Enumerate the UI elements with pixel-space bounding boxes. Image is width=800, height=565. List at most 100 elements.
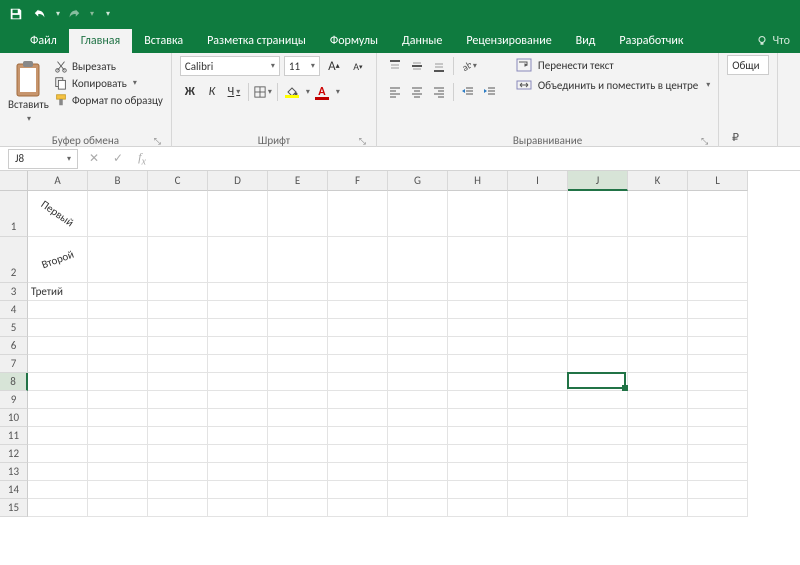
cell-I10[interactable] [508,409,568,427]
cell-B11[interactable] [88,427,148,445]
cell-C14[interactable] [148,481,208,499]
cell-K5[interactable] [628,319,688,337]
row-header-15[interactable]: 15 [0,499,28,517]
cell-F14[interactable] [328,481,388,499]
cell-K13[interactable] [628,463,688,481]
cell-G15[interactable] [388,499,448,517]
font-color-menu[interactable]: ▾ [336,87,340,97]
cell-F7[interactable] [328,355,388,373]
cell-J8[interactable] [568,373,628,391]
row-header-14[interactable]: 14 [0,481,28,499]
cell-H13[interactable] [448,463,508,481]
cell-J5[interactable] [568,319,628,337]
tab-pagelayout[interactable]: Разметка страницы [195,29,318,53]
cell-A15[interactable] [28,499,88,517]
cell-G7[interactable] [388,355,448,373]
cell-B7[interactable] [88,355,148,373]
cell-G4[interactable] [388,301,448,319]
cell-L12[interactable] [688,445,748,463]
cell-D10[interactable] [208,409,268,427]
row-header-4[interactable]: 4 [0,301,28,319]
cell-H8[interactable] [448,373,508,391]
tab-home[interactable]: Главная [69,29,132,53]
cell-B2[interactable] [88,237,148,283]
row-header-7[interactable]: 7 [0,355,28,373]
align-bottom-button[interactable] [429,56,449,76]
tell-me-search[interactable]: Что [746,29,800,53]
column-header-D[interactable]: D [208,171,268,191]
cell-J6[interactable] [568,337,628,355]
cell-E9[interactable] [268,391,328,409]
cell-E3[interactable] [268,283,328,301]
cell-B8[interactable] [88,373,148,391]
underline-button[interactable]: Ч▾ [224,82,244,102]
cell-G5[interactable] [388,319,448,337]
decrease-font-button[interactable]: A▾ [348,56,368,76]
cell-J1[interactable] [568,191,628,237]
cell-C2[interactable] [148,237,208,283]
cell-C3[interactable] [148,283,208,301]
column-header-G[interactable]: G [388,171,448,191]
cell-E2[interactable] [268,237,328,283]
cell-E1[interactable] [268,191,328,237]
cell-A12[interactable] [28,445,88,463]
tab-data[interactable]: Данные [390,29,454,53]
cell-A3[interactable]: Третий [28,283,88,301]
cell-K15[interactable] [628,499,688,517]
cell-B13[interactable] [88,463,148,481]
cell-F15[interactable] [328,499,388,517]
merge-center-button[interactable]: Объединить и поместить в центре▾ [516,78,710,92]
cell-A9[interactable] [28,391,88,409]
cell-C13[interactable] [148,463,208,481]
font-name-combo[interactable]: Calibri▾ [180,56,280,76]
cell-H2[interactable] [448,237,508,283]
cell-D7[interactable] [208,355,268,373]
cell-B9[interactable] [88,391,148,409]
cell-G11[interactable] [388,427,448,445]
cell-K3[interactable] [628,283,688,301]
cell-C6[interactable] [148,337,208,355]
column-header-F[interactable]: F [328,171,388,191]
cell-A14[interactable] [28,481,88,499]
cell-K12[interactable] [628,445,688,463]
paste-menu-icon[interactable]: ▾ [27,114,31,124]
orientation-button[interactable]: ab▾ [458,56,478,76]
align-top-button[interactable] [385,56,405,76]
cell-E7[interactable] [268,355,328,373]
cell-D2[interactable] [208,237,268,283]
cell-C11[interactable] [148,427,208,445]
cell-D8[interactable] [208,373,268,391]
cell-C12[interactable] [148,445,208,463]
italic-button[interactable]: К [202,82,222,102]
cell-L14[interactable] [688,481,748,499]
cell-J14[interactable] [568,481,628,499]
cell-B6[interactable] [88,337,148,355]
cell-L15[interactable] [688,499,748,517]
row-header-13[interactable]: 13 [0,463,28,481]
cell-L5[interactable] [688,319,748,337]
cell-A2[interactable]: Второй [28,237,88,283]
column-header-B[interactable]: B [88,171,148,191]
cell-J12[interactable] [568,445,628,463]
cell-D6[interactable] [208,337,268,355]
cell-E13[interactable] [268,463,328,481]
cell-D3[interactable] [208,283,268,301]
cell-E11[interactable] [268,427,328,445]
cell-I9[interactable] [508,391,568,409]
cell-L3[interactable] [688,283,748,301]
cell-E8[interactable] [268,373,328,391]
cell-D15[interactable] [208,499,268,517]
cell-I8[interactable] [508,373,568,391]
cell-L13[interactable] [688,463,748,481]
cell-L7[interactable] [688,355,748,373]
cell-E10[interactable] [268,409,328,427]
tab-developer[interactable]: Разработчик [607,29,695,53]
cell-J9[interactable] [568,391,628,409]
cell-A8[interactable] [28,373,88,391]
cell-I1[interactable] [508,191,568,237]
cell-B1[interactable] [88,191,148,237]
bold-button[interactable]: Ж [180,82,200,102]
tab-view[interactable]: Вид [564,29,608,53]
align-middle-button[interactable] [407,56,427,76]
row-header-5[interactable]: 5 [0,319,28,337]
